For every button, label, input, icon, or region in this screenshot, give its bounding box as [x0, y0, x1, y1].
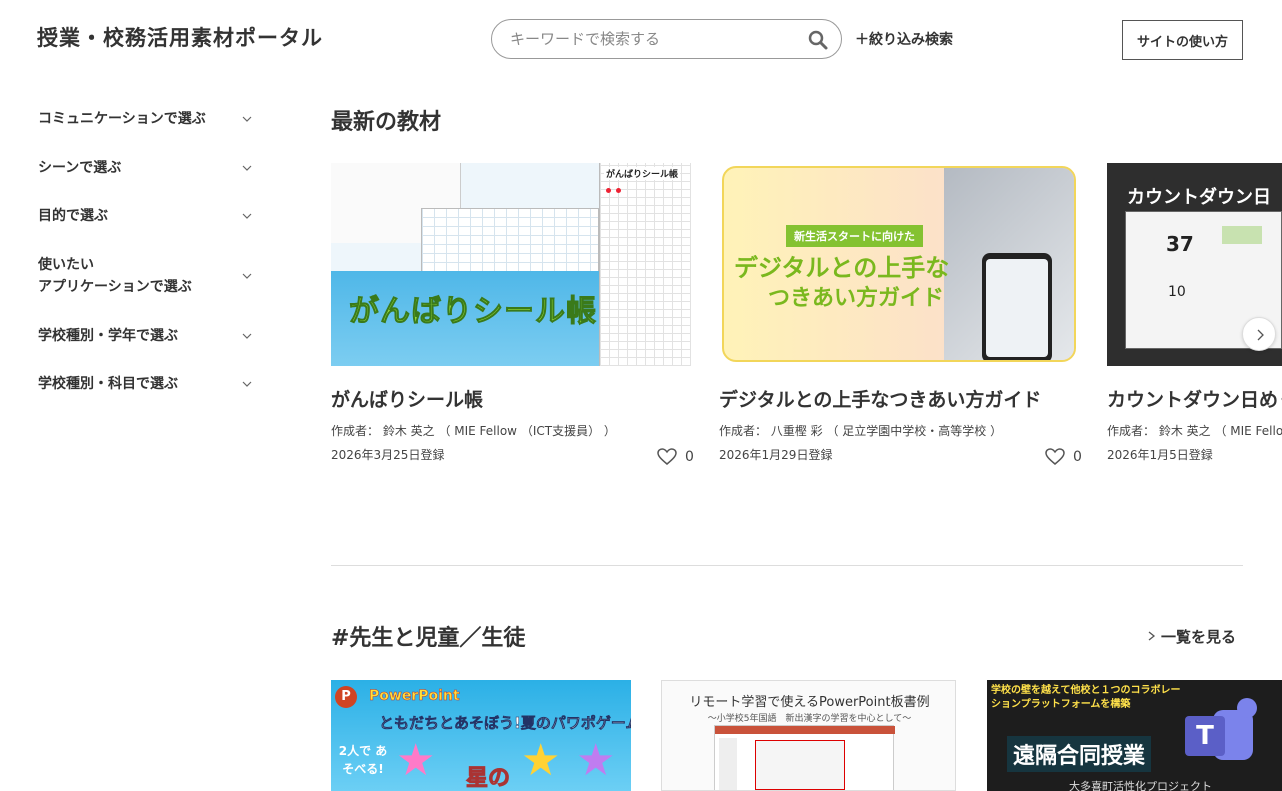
view-all-link[interactable]: 一覧を見る	[1147, 626, 1236, 647]
chevron-down-icon	[242, 381, 252, 387]
sidebar-item-label: 目的で選ぶ	[38, 208, 108, 224]
sidebar-item-school-subject[interactable]: 学校種別・科目で選ぶ	[38, 373, 252, 395]
heart-icon	[1045, 448, 1065, 465]
thumb-star-text: 星の	[465, 766, 511, 791]
card-author: 作成者： 八重樫 彩 （ 足立学園中学校・高等学校 ）	[719, 424, 1003, 438]
view-all-label: 一覧を見る	[1161, 628, 1237, 646]
sidebar-item-label: 使いたい	[38, 257, 94, 273]
sticker-mark	[616, 188, 621, 193]
sidebar-item-application[interactable]: 使いたい アプリケーションで選ぶ	[38, 254, 252, 298]
teams-icon: T	[1185, 698, 1257, 764]
thumb-banner-text: ともだちとあそぼう!夏のパワポゲーム	[379, 714, 631, 733]
thumb-footer-text: 大多喜町活性化プロジェクト	[1069, 780, 1212, 791]
countdown-number: 37	[1166, 232, 1194, 256]
section-divider	[331, 565, 1243, 566]
material-card[interactable]: がんばりシール帳 がんばりシール帳 がんばりシール帳 作成者： 鈴木 英之 （ …	[331, 163, 694, 465]
like-count: 0	[685, 449, 694, 465]
thumb-badge: 新生活スタートに向けた	[786, 225, 923, 247]
search-input[interactable]	[510, 28, 800, 50]
sidebar-item-school-grade[interactable]: 学校種別・学年で選ぶ	[38, 325, 252, 347]
sidebar-item-communication[interactable]: コミュニケーションで選ぶ	[38, 108, 252, 130]
site-title[interactable]: 授業・校務活用素材ポータル	[37, 22, 323, 52]
card-author: 作成者： 鈴木 英之 （ MIE Fellow （ICT支援員） ）	[331, 424, 616, 438]
thumb-caption: 学校の壁を越えて他校と１つのコラボレーションプラットフォームを構築	[991, 685, 1181, 710]
chevron-down-icon	[242, 333, 252, 339]
carousel-next-button[interactable]	[1242, 317, 1276, 351]
like-button[interactable]: 0	[657, 448, 694, 466]
powerpoint-icon: P	[335, 686, 357, 708]
card-date: 2026年1月29日登録	[719, 448, 833, 462]
chevron-right-icon	[1148, 631, 1156, 641]
chevron-down-icon	[242, 213, 252, 219]
chevron-right-icon	[1257, 329, 1264, 341]
smartphone-image	[982, 253, 1052, 360]
sidebar-item-label: コミュニケーションで選ぶ	[38, 111, 206, 127]
sticker-mark	[606, 188, 611, 193]
filter-search-link[interactable]: ＋絞り込み検索	[855, 29, 953, 49]
sticker-sheet-preview: がんばりシール帳	[599, 163, 691, 366]
sidebar-item-purpose[interactable]: 目的で選ぶ	[38, 205, 252, 227]
section-title-teachers: #先生と児童／生徒	[331, 626, 526, 651]
slide-preview	[714, 725, 895, 790]
card-date: 2026年1月5日登録	[1107, 448, 1213, 462]
sidebar-item-label: シーンで選ぶ	[38, 160, 122, 176]
material-card[interactable]: 新生活スタートに向けた デジタルとの上手な つきあい方ガイド デジタルとの上手な…	[719, 163, 1082, 465]
like-button[interactable]: 0	[1045, 448, 1082, 466]
card-date: 2026年3月25日登録	[331, 448, 445, 462]
thumb-label: PowerPoint	[369, 688, 460, 705]
chevron-down-icon	[242, 116, 252, 122]
date-number: 10	[1168, 284, 1186, 300]
card-title[interactable]: デジタルとの上手なつきあい方ガイド	[719, 385, 1041, 412]
chevron-down-icon	[242, 273, 252, 279]
thumb-headline: 遠隔合同授業	[1007, 736, 1152, 772]
star-icon: ★	[396, 735, 436, 786]
thumb-headline-2: つきあい方ガイド	[768, 286, 945, 311]
chevron-down-icon	[242, 165, 252, 171]
search-icon[interactable]	[807, 29, 829, 51]
material-card[interactable]: 学校の壁を越えて他校と１つのコラボレーションプラットフォームを構築 遠隔合同授業…	[987, 680, 1282, 791]
section-title-latest: 最新の教材	[331, 110, 442, 135]
thumb-subheadline: 〜小学校5年国語 新出漢字の学習を中心として〜	[707, 714, 912, 724]
material-card[interactable]: P PowerPoint ともだちとあそぼう!夏のパワポゲーム 2人で あそべる…	[331, 680, 631, 791]
sidebar-item-label: 学校種別・科目で選ぶ	[38, 376, 178, 392]
site-usage-button[interactable]: サイトの使い方	[1122, 20, 1243, 60]
thumb-tag: 2人で あそべる!	[338, 744, 388, 776]
material-card[interactable]: リモート学習で使えるPowerPoint板書例 〜小学校5年国語 新出漢字の学習…	[661, 680, 956, 791]
card-title[interactable]: カウントダウン日めくり	[1107, 385, 1282, 412]
star-icon: ★	[521, 735, 561, 786]
star-icon: ★	[576, 735, 616, 786]
thumb-headline-1: デジタルとの上手な	[734, 254, 950, 282]
sidebar-item-label: 学校種別・学年で選ぶ	[38, 328, 178, 344]
sheet-label: がんばりシール帳	[604, 167, 681, 180]
table-cell-highlight	[1222, 226, 1262, 244]
search-box	[491, 19, 842, 59]
thumb-headline: カウントダウン日	[1127, 187, 1271, 208]
card-author: 作成者： 鈴木 英之 （ MIE Fellow （ICT支援員） ）	[1107, 424, 1282, 438]
thumb-card-bg: 新生活スタートに向けた デジタルとの上手な つきあい方ガイド	[722, 166, 1076, 362]
sidebar-item-label: アプリケーションで選ぶ	[38, 279, 192, 295]
heart-icon	[657, 448, 677, 465]
card-title[interactable]: がんばりシール帳	[331, 385, 483, 412]
sidebar-item-scene[interactable]: シーンで選ぶ	[38, 157, 252, 179]
thumb-title-text: がんばりシール帳	[349, 294, 597, 330]
card-thumbnail[interactable]: がんばりシール帳 がんばりシール帳	[331, 163, 691, 366]
site-header: 授業・校務活用素材ポータル ＋絞り込み検索 サイトの使い方	[0, 0, 1282, 80]
thumb-headline: リモート学習で使えるPowerPoint板書例	[689, 695, 930, 710]
like-count: 0	[1073, 449, 1082, 465]
card-thumbnail[interactable]: 新生活スタートに向けた デジタルとの上手な つきあい方ガイド	[719, 163, 1079, 366]
